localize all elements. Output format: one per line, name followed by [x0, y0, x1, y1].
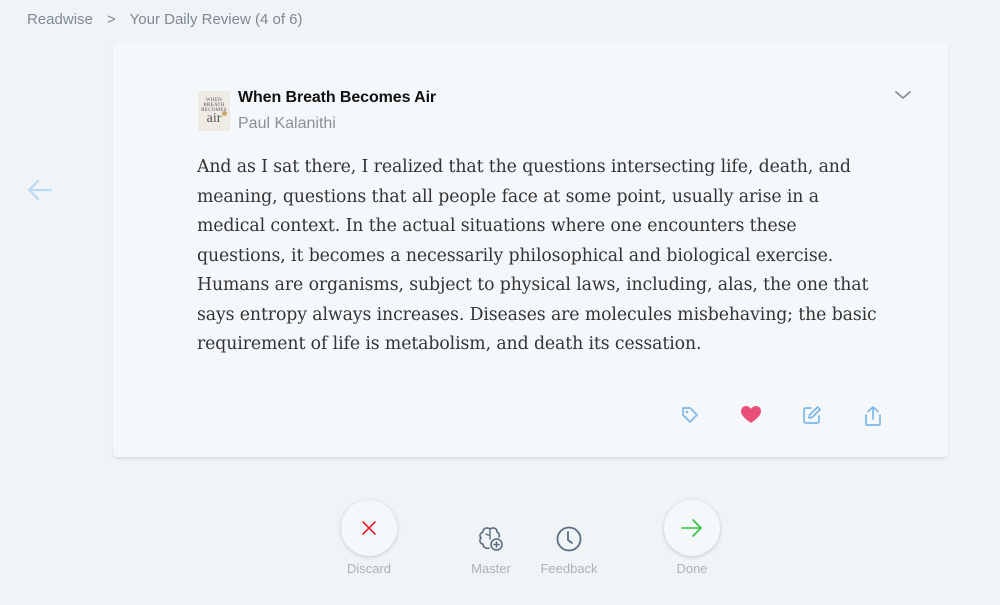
heart-icon: [740, 406, 761, 423]
breadcrumb-root[interactable]: Readwise: [27, 11, 93, 28]
tag-button[interactable]: [659, 405, 720, 429]
book-cover: WHEN BREATH BECOMES air: [198, 91, 230, 131]
arrow-right-icon: [681, 519, 702, 537]
share-button[interactable]: [842, 405, 903, 429]
close-icon: [362, 521, 376, 535]
arrow-left-icon: [27, 179, 53, 201]
clock-icon: [556, 526, 582, 552]
feedback-label: Feedback: [540, 561, 598, 576]
breadcrumb-current: Your Daily Review (4 of 6): [129, 11, 303, 28]
share-icon: [864, 406, 881, 426]
card-menu-button[interactable]: [894, 88, 912, 100]
review-controls: Discard Master Feedback Done: [0, 500, 1000, 590]
brain-plus-icon: [479, 527, 503, 551]
master-button[interactable]: [476, 524, 506, 554]
cover-seal: [222, 111, 227, 116]
edit-button[interactable]: [781, 405, 842, 429]
tag-icon: [681, 407, 698, 423]
done-label: Done: [676, 561, 708, 576]
favorite-button[interactable]: [720, 405, 781, 429]
edit-icon: [802, 406, 821, 424]
previous-button[interactable]: [26, 176, 54, 204]
book-header: WHEN BREATH BECOMES air When Breath Beco…: [198, 88, 436, 134]
done-button[interactable]: [664, 500, 720, 556]
chevron-down-icon: [895, 91, 911, 99]
book-author: Paul Kalanithi: [238, 115, 336, 132]
discard-button[interactable]: [341, 500, 397, 556]
breadcrumb-separator: >: [106, 11, 116, 28]
highlight-card: WHEN BREATH BECOMES air When Breath Beco…: [113, 43, 948, 457]
highlight-text: And as I sat there, I realized that the …: [197, 157, 877, 354]
discard-label: Discard: [346, 561, 392, 576]
card-actions: [659, 405, 903, 429]
book-title[interactable]: When Breath Becomes Air: [238, 88, 436, 108]
feedback-button[interactable]: [554, 524, 584, 554]
cover-text-main: air: [206, 110, 222, 126]
breadcrumb: Readwise > Your Daily Review (4 of 6): [27, 11, 303, 28]
